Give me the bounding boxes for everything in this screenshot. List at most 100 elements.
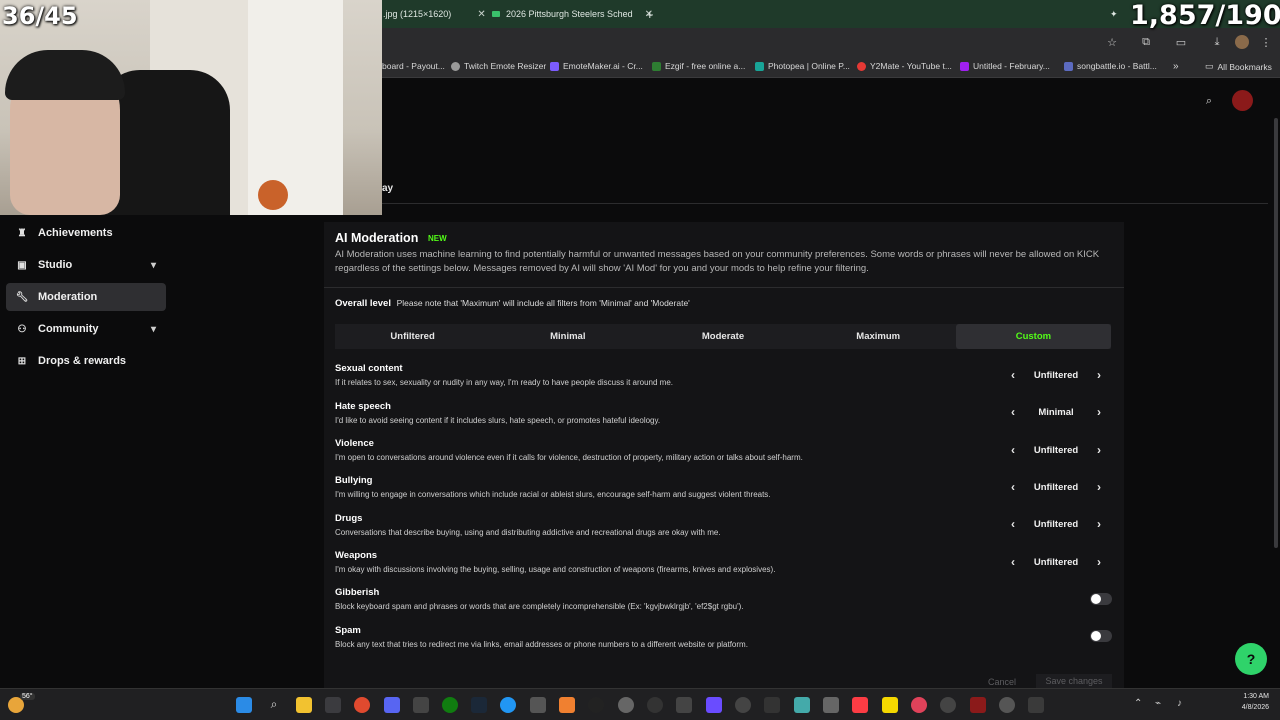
music-icon[interactable] bbox=[852, 697, 868, 713]
search-icon[interactable]: ⌕ bbox=[266, 697, 282, 713]
photopea-icon bbox=[755, 61, 764, 71]
support-chat-icon[interactable]: ? bbox=[1235, 643, 1267, 675]
tab-steelers[interactable]: 2026 Pittsburgh Steelers Sched ✕ bbox=[492, 4, 653, 24]
steam-icon[interactable] bbox=[471, 697, 487, 713]
app-icon[interactable] bbox=[999, 697, 1015, 713]
app-icon[interactable] bbox=[559, 697, 575, 713]
level-option-custom[interactable]: Custom bbox=[955, 324, 1112, 349]
close-tab-icon[interactable]: ✕ bbox=[477, 9, 485, 20]
rule-description: I'm okay with discussions involving the … bbox=[335, 565, 776, 574]
toggle-knob bbox=[1091, 594, 1101, 604]
new-tab-button[interactable]: + bbox=[646, 4, 654, 24]
chevron-left-icon[interactable]: ‹ bbox=[1006, 443, 1020, 457]
discord-icon[interactable] bbox=[384, 697, 400, 713]
chevron-left-icon[interactable]: ‹ bbox=[1006, 405, 1020, 419]
chrome-icon[interactable] bbox=[354, 697, 370, 713]
toggle-description: Block any text that tries to redirect me… bbox=[335, 640, 748, 649]
tab-image[interactable]: .jpg (1215×1620) ✕ bbox=[383, 4, 486, 24]
sidebar-item-achievements[interactable]: ♜ Achievements bbox=[6, 219, 166, 247]
chevron-left-icon[interactable]: ‹ bbox=[1006, 555, 1020, 569]
browser-icon[interactable] bbox=[500, 697, 516, 713]
all-bookmarks[interactable]: ▭ All Bookmarks bbox=[1205, 61, 1272, 72]
app-icon[interactable] bbox=[764, 697, 780, 713]
chevron-right-icon[interactable]: › bbox=[1092, 405, 1106, 419]
store-icon[interactable] bbox=[325, 697, 341, 713]
user-avatar[interactable] bbox=[1232, 90, 1253, 111]
level-option-maximum[interactable]: Maximum bbox=[801, 324, 956, 349]
spam-toggle[interactable] bbox=[1090, 630, 1112, 642]
profile-avatar[interactable] bbox=[1235, 35, 1249, 49]
bookmark-item[interactable]: Untitled - February... bbox=[960, 61, 1050, 71]
app-icon[interactable] bbox=[794, 697, 810, 713]
app-icon[interactable] bbox=[1028, 697, 1044, 713]
obs-icon[interactable] bbox=[647, 697, 663, 713]
more-bookmarks-icon[interactable]: » bbox=[1173, 61, 1179, 72]
bookmark-item[interactable]: songbattle.io - Battl... bbox=[1064, 61, 1157, 71]
chevron-right-icon[interactable]: › bbox=[1092, 480, 1106, 494]
app-icon[interactable] bbox=[882, 697, 898, 713]
rule-title: Drugs bbox=[335, 513, 363, 524]
download-icon[interactable]: ⤓ bbox=[1210, 35, 1224, 49]
save-changes-button[interactable]: Save changes bbox=[1036, 674, 1112, 688]
level-option-minimal[interactable]: Minimal bbox=[490, 324, 645, 349]
cast-icon[interactable]: ▭ bbox=[1174, 35, 1188, 49]
bookmark-item[interactable]: Twitch Emote Resizer bbox=[451, 61, 546, 71]
menu-icon[interactable]: ⋮ bbox=[1259, 35, 1273, 49]
settings-icon[interactable] bbox=[618, 697, 634, 713]
app-icon[interactable] bbox=[911, 697, 927, 713]
star-icon[interactable]: ☆ bbox=[1105, 35, 1119, 49]
chevron-right-icon[interactable]: › bbox=[1092, 368, 1106, 382]
gemini-icon[interactable]: ✦ bbox=[1110, 4, 1118, 24]
scrollbar[interactable] bbox=[1274, 118, 1278, 548]
drugs-stepper: ‹ Unfiltered › bbox=[1006, 516, 1106, 532]
community-icon: ⚇ bbox=[17, 323, 27, 335]
volume-icon[interactable]: ♪ bbox=[1177, 698, 1182, 709]
windows-start-icon[interactable] bbox=[236, 697, 252, 713]
app-icon[interactable] bbox=[735, 697, 751, 713]
app-icon[interactable] bbox=[588, 697, 604, 713]
wrench-icon: 🔧︎ bbox=[15, 291, 29, 303]
xbox-icon[interactable] bbox=[442, 697, 458, 713]
trophy-icon: ♜ bbox=[17, 227, 27, 239]
file-explorer-icon[interactable] bbox=[296, 697, 312, 713]
clock-date: 4/8/2026 bbox=[1241, 704, 1269, 711]
clock-time: 1:30 AM bbox=[1243, 693, 1269, 700]
app-icon[interactable] bbox=[530, 697, 546, 713]
webcam-feed: 36/45 bbox=[0, 0, 382, 215]
app-icon[interactable] bbox=[706, 697, 722, 713]
songbattle-icon bbox=[1064, 61, 1073, 71]
bookmark-item[interactable]: Ezgif - free online a... bbox=[652, 61, 745, 71]
app-icon[interactable] bbox=[676, 697, 692, 713]
network-icon[interactable]: ⌁ bbox=[1155, 698, 1161, 709]
app-icon[interactable] bbox=[413, 697, 429, 713]
stepper-value: Unfiltered bbox=[1033, 369, 1079, 381]
chevron-right-icon[interactable]: › bbox=[1092, 517, 1106, 531]
sidebar-item-drops[interactable]: ⊞ Drops & rewards bbox=[6, 347, 166, 375]
tray-expand-icon[interactable]: ⌃ bbox=[1134, 698, 1142, 709]
chevron-right-icon[interactable]: › bbox=[1092, 555, 1106, 569]
rule-description: I'm open to conversations around violenc… bbox=[335, 453, 803, 462]
cancel-button[interactable]: Cancel bbox=[988, 677, 1016, 687]
app-icon[interactable] bbox=[823, 697, 839, 713]
search-icon[interactable]: ⌕ bbox=[1202, 94, 1216, 108]
bookmark-item[interactable]: board - Payout... bbox=[382, 61, 445, 71]
hate-speech-stepper: ‹ Minimal › bbox=[1006, 404, 1106, 420]
bookmark-item[interactable]: EmoteMaker.ai - Cr... bbox=[550, 61, 643, 71]
extensions-icon[interactable]: ⧉ bbox=[1139, 35, 1153, 49]
level-option-moderate[interactable]: Moderate bbox=[645, 324, 800, 349]
stepper-value: Unfiltered bbox=[1033, 556, 1079, 568]
level-option-unfiltered[interactable]: Unfiltered bbox=[335, 324, 490, 349]
chevron-left-icon[interactable]: ‹ bbox=[1006, 368, 1020, 382]
gibberish-toggle[interactable] bbox=[1090, 593, 1112, 605]
bookmark-item[interactable]: Photopea | Online P... bbox=[755, 61, 850, 71]
bookmark-item[interactable]: Y2Mate - YouTube t... bbox=[857, 61, 952, 71]
chevron-left-icon[interactable]: ‹ bbox=[1006, 517, 1020, 531]
chevron-left-icon[interactable]: ‹ bbox=[1006, 480, 1020, 494]
sidebar-item-studio[interactable]: ▣ Studio ▾ bbox=[6, 251, 166, 279]
app-icon[interactable] bbox=[970, 697, 986, 713]
y2mate-icon bbox=[857, 61, 866, 71]
sidebar-item-community[interactable]: ⚇ Community ▾ bbox=[6, 315, 166, 343]
sidebar-item-moderation[interactable]: 🔧︎ Moderation bbox=[6, 283, 166, 311]
chevron-right-icon[interactable]: › bbox=[1092, 443, 1106, 457]
app-icon[interactable] bbox=[940, 697, 956, 713]
